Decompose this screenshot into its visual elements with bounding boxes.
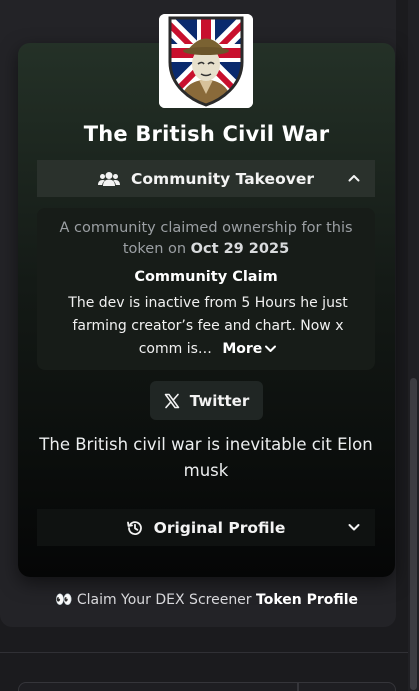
divider [0,652,408,653]
chevron-down-icon [265,345,277,352]
claim-text: The dev is inactive from 5 Hours he just… [68,295,348,357]
next-section-field-secondary[interactable] [298,682,396,691]
twitter-button[interactable]: Twitter [150,381,263,420]
community-takeover-toggle[interactable]: Community Takeover [37,160,375,197]
claim-description: A community claimed ownership for this t… [37,218,375,260]
twitter-label: Twitter [189,391,250,410]
union-jack-soldier-logo [159,14,253,108]
eyes-icon: 👀 [54,592,73,608]
users-icon [98,171,121,187]
claim-profile-bold: Token Profile [256,592,359,608]
scrollbar-thumb[interactable] [410,378,417,690]
claim-profile-prefix: Claim Your DEX Screener [76,592,252,608]
claim-date: Oct 29 2025 [190,241,290,257]
claim-token-profile-link[interactable]: 👀 Claim Your DEX Screener Token Profile [18,592,395,608]
history-icon [126,520,143,536]
claim-body: The dev is inactive from 5 Hours he just… [58,292,358,361]
scrollbar-track[interactable] [408,0,419,691]
x-logo-icon [164,393,180,409]
original-profile-toggle[interactable]: Original Profile [37,509,375,546]
community-takeover-label: Community Takeover [131,169,314,188]
token-description: The British civil war is inevitable cit … [39,435,373,480]
more-button[interactable]: More [222,341,277,357]
token-logo [159,14,253,108]
chevron-up-icon [347,171,361,185]
chevron-down-icon [347,520,361,534]
claim-heading: Community Claim [134,269,278,285]
next-section-field[interactable] [18,682,298,691]
original-profile-label: Original Profile [153,518,286,537]
token-name: The British Civil War [83,122,330,146]
more-label: More [222,341,263,357]
